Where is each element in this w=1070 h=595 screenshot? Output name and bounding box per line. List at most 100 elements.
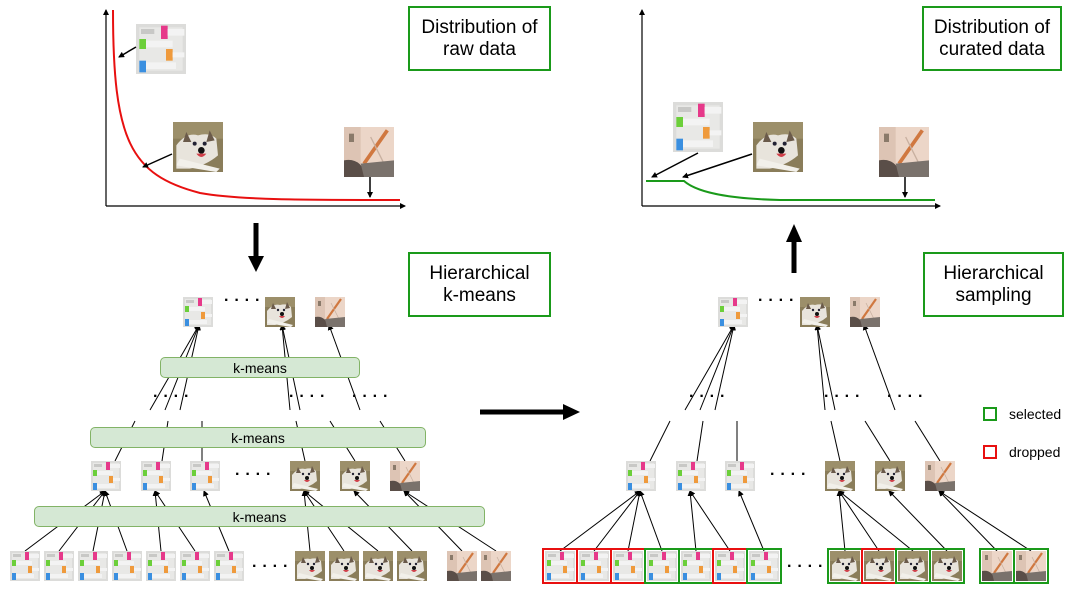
left-bottom-6-screenshot-image: [214, 551, 244, 581]
curated-label-line2: curated data: [939, 38, 1045, 60]
left-top-2-plunger-image: [315, 297, 345, 327]
right-mid-4-dog-image: [875, 461, 905, 491]
right-bottom-6-screenshot-image: [746, 548, 782, 584]
raw-label-line1: Distribution of: [421, 16, 538, 38]
right-edge-l2-b2: [914, 420, 941, 462]
left-mid-3-dog-image: [290, 461, 320, 491]
raw-distribution-label: Distribution of raw data: [408, 6, 551, 71]
left-l2-ellipsis-3: ····: [352, 388, 394, 405]
curated-distribution-label: Distribution of curated data: [922, 6, 1062, 71]
left-bottom-7-dog-image: [295, 551, 325, 581]
down-arrow-head: [248, 256, 264, 272]
curated-screenshot-image: [673, 102, 723, 152]
left-bottom-5-screenshot-image: [180, 551, 210, 581]
kmeans-bar-top-label: k-means: [233, 359, 287, 376]
curated-dog-image: [753, 122, 803, 172]
left-mid-0-screenshot-image: [91, 461, 121, 491]
selected-swatch-icon: [983, 407, 997, 421]
sampling-label-line2: sampling: [955, 284, 1032, 306]
raw-dog-image: [173, 122, 223, 172]
right-top-1-dog-image: [800, 297, 830, 327]
left-bottom-12-plunger-image: [481, 551, 511, 581]
curated-dog-pointer: [682, 153, 753, 179]
right-bottom-1-screenshot-image: [576, 548, 612, 584]
raw-plunger-image: [344, 127, 394, 177]
right-edge-bottom-7: [836, 490, 846, 552]
right-edge-bottom-0: [559, 490, 641, 552]
left-l2-ellipsis-1: ····: [153, 388, 195, 405]
right-l2-ellipsis-3: ····: [887, 388, 929, 405]
left-bottom-2-screenshot-image: [78, 551, 108, 581]
curated-plunger-image: [879, 127, 929, 177]
right-bottom-7-dog-image: [827, 548, 863, 584]
kmeans-bar-bottom: k-means: [34, 506, 485, 527]
kmeans-label-line2: k-means: [443, 284, 516, 306]
left-bottom-9-dog-image: [363, 551, 393, 581]
right-mid-3-dog-image: [825, 461, 855, 491]
left-mid-4-dog-image: [340, 461, 370, 491]
right-edge-bottom-5: [689, 490, 731, 552]
curated-label-line1: Distribution of: [933, 16, 1051, 38]
kmeans-bar-top: k-means: [160, 357, 360, 378]
kmeans-label-line1: Hierarchical: [429, 262, 530, 284]
right-edge-bottom-8: [838, 490, 880, 552]
left-bottom-10-dog-image: [397, 551, 427, 581]
raw-label-line2: raw data: [443, 38, 516, 60]
kmeans-bar-bottom-label: k-means: [232, 508, 287, 525]
left-mid-ellipsis: ····: [235, 466, 277, 483]
right-edge-bottom-9: [838, 490, 914, 552]
right-bottom-3-screenshot-image: [644, 548, 680, 584]
curated-flattened-curve: [646, 180, 935, 201]
right-mid-2-screenshot-image: [725, 461, 755, 491]
left-bottom-ellipsis: ····: [252, 558, 294, 575]
right-top-ellipsis: ····: [758, 292, 800, 309]
raw-screenshot-image: [136, 24, 186, 74]
right-edge-l2-b1: [864, 420, 891, 462]
right-edge-l2-b0: [830, 420, 841, 462]
right-bottom-0-screenshot-image: [542, 548, 578, 584]
hierarchical-kmeans-label: Hierarchical k-means: [408, 252, 551, 317]
right-bottom-10-dog-image: [929, 548, 965, 584]
up-arrow-head: [786, 224, 802, 242]
left-mid-5-plunger-image: [390, 461, 420, 491]
left-top-ellipsis: ····: [224, 292, 266, 309]
legend-selected-label: selected: [1009, 406, 1062, 422]
right-edge-bottom-4: [687, 490, 697, 552]
left-bottom-1-screenshot-image: [44, 551, 74, 581]
left-bottom-3-screenshot-image: [112, 551, 142, 581]
right-bottom-2-screenshot-image: [610, 548, 646, 584]
right-bottom-ellipsis: ····: [787, 558, 829, 575]
right-edge-bottom-1: [593, 490, 641, 552]
right-edge-bottom-10: [888, 490, 948, 552]
right-top-2-plunger-image: [850, 297, 880, 327]
left-l2-ellipsis-2: ····: [289, 388, 331, 405]
raw-distribution-chart: [103, 9, 406, 209]
right-edge-bottom-3: [638, 490, 663, 552]
right-mid-0-screenshot-image: [626, 461, 656, 491]
dropped-swatch-icon: [983, 445, 997, 459]
right-bottom-9-dog-image: [895, 548, 931, 584]
left-bottom-8-dog-image: [329, 551, 359, 581]
right-edge-bottom-11: [938, 490, 998, 552]
left-bottom-11-plunger-image: [447, 551, 477, 581]
right-bottom-11-plunger-image: [979, 548, 1015, 584]
right-bottom-8-dog-image: [861, 548, 897, 584]
right-edge-bottom-2: [627, 490, 642, 552]
right-edge-l2-a1: [696, 420, 704, 462]
hierarchical-sampling-label: Hierarchical sampling: [923, 252, 1064, 317]
legend-selected: selected: [983, 406, 1061, 422]
legend-dropped-label: dropped: [1009, 444, 1061, 460]
sampling-label-line1: Hierarchical: [943, 262, 1044, 284]
right-bottom-12-plunger-image: [1013, 548, 1049, 584]
right-l2-ellipsis-2: ····: [824, 388, 866, 405]
legend-dropped: dropped: [983, 444, 1060, 460]
raw-dog-pointer: [142, 153, 173, 168]
right-mid-1-screenshot-image: [676, 461, 706, 491]
right-l2-ellipsis-1: ····: [689, 388, 731, 405]
right-mid-ellipsis: ····: [770, 466, 812, 483]
left-top-1-dog-image: [265, 297, 295, 327]
kmeans-bar-middle: k-means: [90, 427, 426, 448]
right-arrow-head: [563, 404, 580, 420]
curated-distribution-chart: [639, 9, 941, 209]
left-top-0-screenshot-image: [183, 297, 213, 327]
